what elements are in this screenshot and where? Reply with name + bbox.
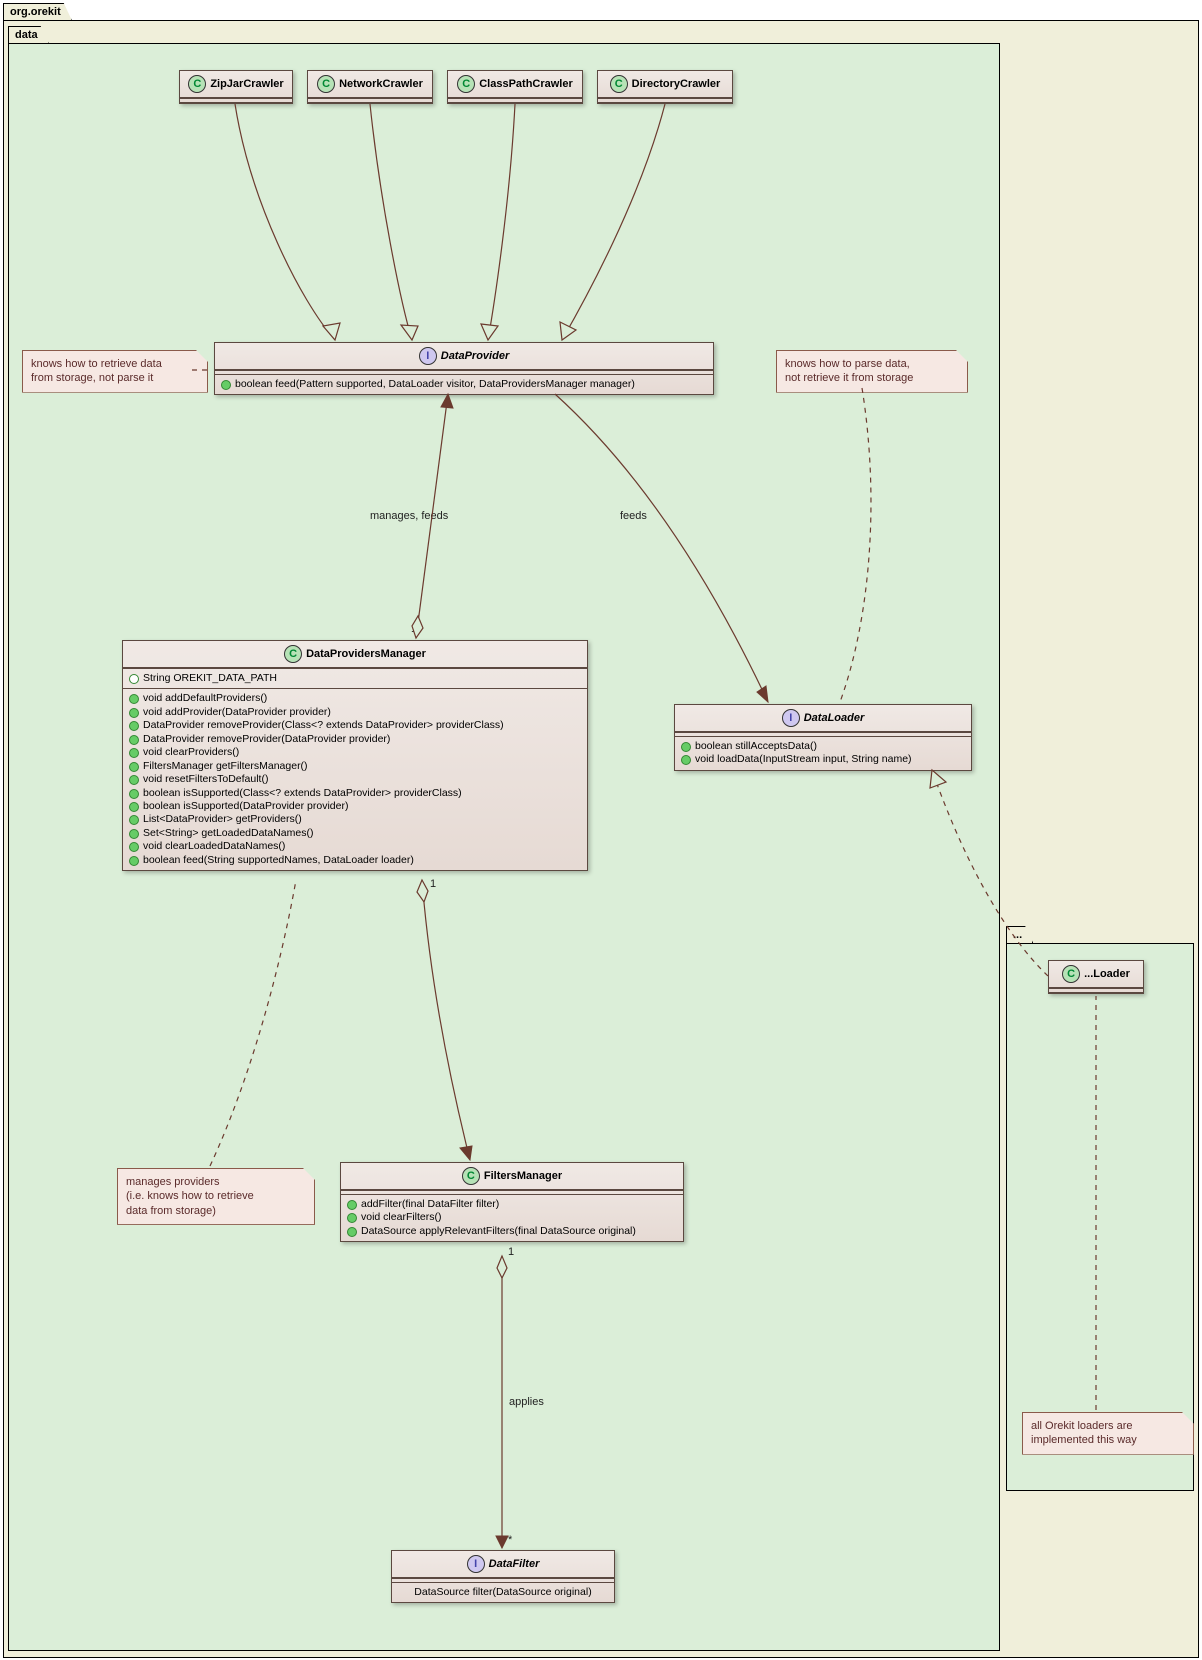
field: String OREKIT_DATA_PATH	[143, 672, 277, 685]
class-name: NetworkCrawler	[339, 78, 423, 90]
interface-datafilter: I DataFilter DataSource filter(DataSourc…	[391, 1550, 615, 1603]
methods-list: void addDefaultProviders() void addProvi…	[123, 689, 587, 870]
class-icon: C	[188, 75, 206, 93]
class-icon: C	[462, 1167, 480, 1185]
interface-dataprovider: I DataProvider boolean feed(Pattern supp…	[214, 342, 714, 395]
interface-dataloader: I DataLoader boolean stillAcceptsData() …	[674, 704, 972, 771]
class-icon: C	[1062, 965, 1080, 983]
method: boolean feed(Pattern supported, DataLoad…	[235, 378, 635, 391]
edge-mult-1b: 1	[430, 878, 436, 890]
package-tab-other: ...	[1006, 926, 1033, 943]
package-tab-outer: org.orekit	[3, 3, 72, 20]
package-tab-inner: data	[8, 26, 49, 43]
interface-name: DataFilter	[489, 1558, 540, 1570]
interface-icon: I	[782, 709, 800, 727]
edge-mult-1a: 1	[411, 623, 417, 635]
edge-mult-1c: 1	[508, 1246, 514, 1258]
class-filtersmanager: C FiltersManager addFilter(final DataFil…	[340, 1162, 684, 1242]
note-parse: knows how to parse data, not retrieve it…	[776, 350, 968, 393]
class-name: ClassPathCrawler	[479, 78, 573, 90]
interface-name: DataLoader	[804, 712, 865, 724]
edge-label-feeds: feeds	[620, 510, 647, 522]
class-loader: C ...Loader	[1048, 960, 1144, 994]
class-zipjarcrawler: C ZipJarCrawler	[179, 70, 293, 104]
edge-label-managesfeeds: manages, feeds	[370, 510, 448, 522]
class-networkcrawler: C NetworkCrawler	[307, 70, 433, 104]
class-directorycrawler: C DirectoryCrawler	[597, 70, 733, 104]
note-retrieve: knows how to retrieve data from storage,…	[22, 350, 208, 393]
interface-name: DataProvider	[441, 350, 509, 362]
class-name: DataProvidersManager	[306, 648, 426, 660]
class-icon: C	[284, 645, 302, 663]
edge-mult-star: *	[508, 1534, 512, 1546]
package-other: ...	[1006, 943, 1194, 1491]
class-icon: C	[317, 75, 335, 93]
class-icon: C	[610, 75, 628, 93]
edge-label-applies: applies	[509, 1396, 544, 1408]
class-dataprovidersmanager: C DataProvidersManager String OREKIT_DAT…	[122, 640, 588, 871]
diagram-canvas: org.orekit data ... C ZipJarCrawler C Ne…	[0, 0, 1202, 1660]
interface-icon: I	[467, 1555, 485, 1573]
class-name: FiltersManager	[484, 1170, 562, 1182]
class-name: ...Loader	[1084, 968, 1130, 980]
class-classpathcrawler: C ClassPathCrawler	[447, 70, 583, 104]
interface-icon: I	[419, 347, 437, 365]
note-manages: manages providers (i.e. knows how to ret…	[117, 1168, 315, 1225]
class-icon: C	[457, 75, 475, 93]
note-allloaders: all Orekit loaders are implemented this …	[1022, 1412, 1194, 1455]
class-name: DirectoryCrawler	[632, 78, 721, 90]
class-name: ZipJarCrawler	[210, 78, 283, 90]
